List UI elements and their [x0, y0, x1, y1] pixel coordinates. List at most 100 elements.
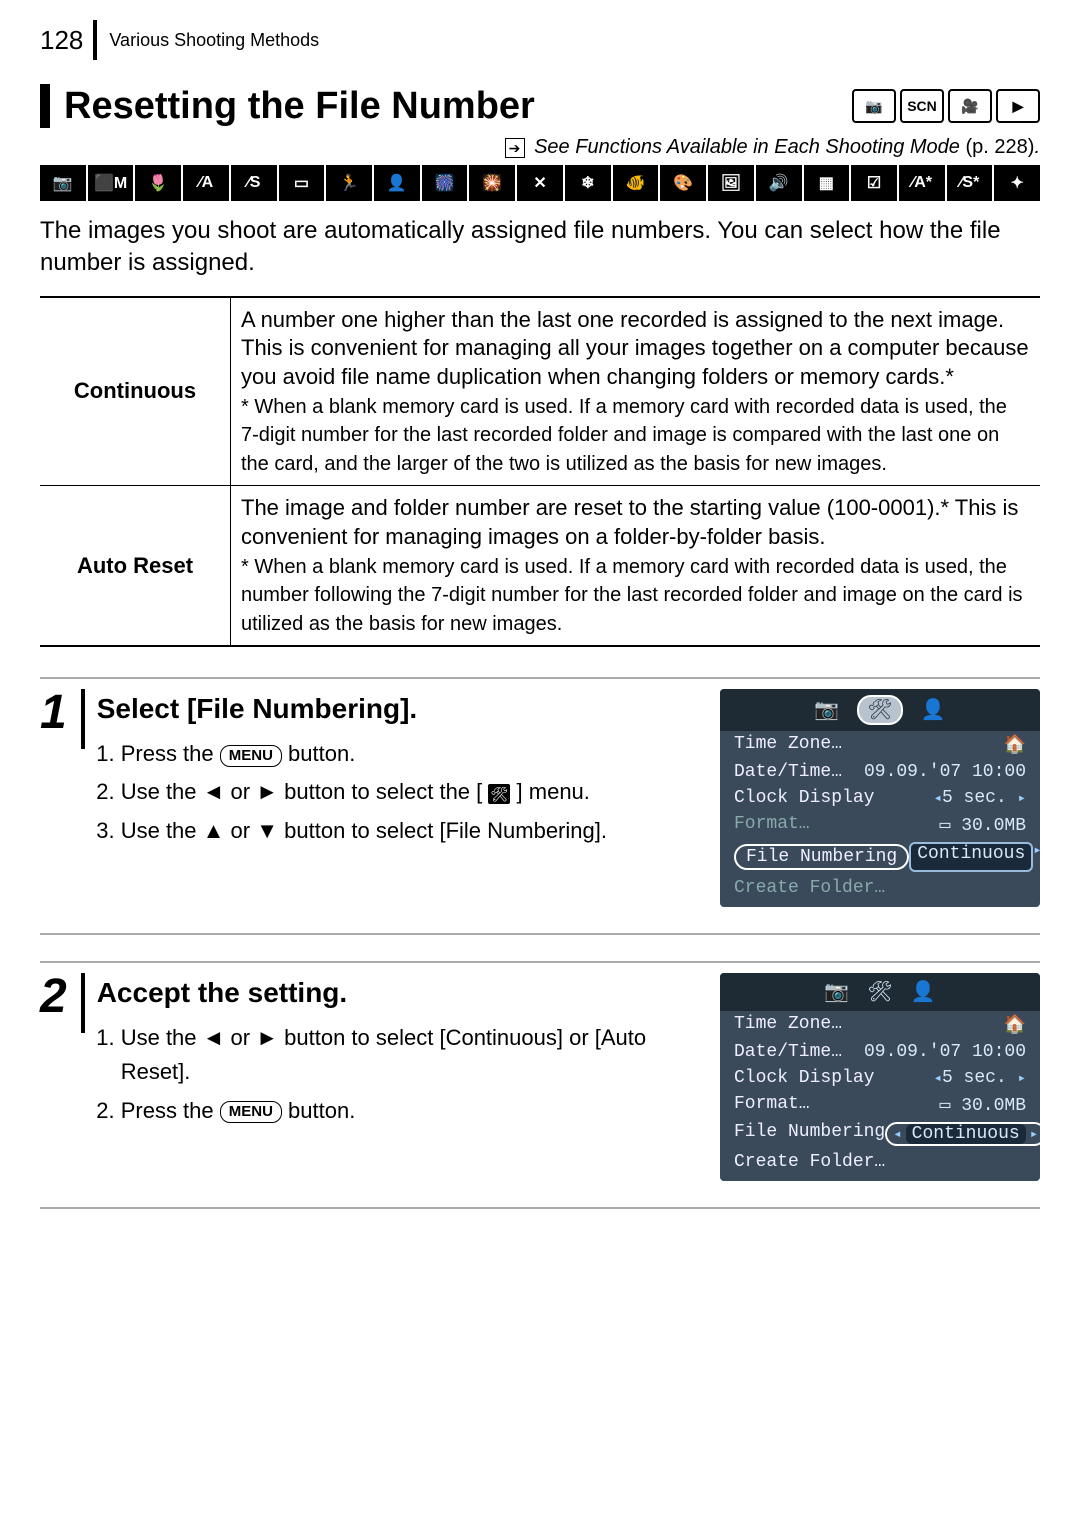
menu-button-icon: MENU — [220, 745, 282, 767]
camera-menu-screenshot-2: 📷 🛠 👤 Time Zone…🏠 Date/Time…09.09.'07 10… — [720, 973, 1040, 1181]
right-caret-icon: ▸ — [1033, 842, 1041, 872]
mode-cell: 🐠 — [613, 165, 659, 201]
home-icon: 🏠 — [1004, 734, 1026, 756]
text: Press the — [121, 1098, 220, 1123]
options-table: Continuous A number one higher than the … — [40, 296, 1040, 648]
option-note-text: * When a blank memory card is used. If a… — [241, 556, 1023, 635]
mode-cell: ⁄A* — [899, 165, 945, 201]
mini-selected-row-label: File Numbering — [734, 844, 909, 870]
mini-value: ▭ 30.0MB — [940, 814, 1026, 836]
step-2-block: 2 Accept the setting. Use the ◄ or ► but… — [40, 961, 1040, 1209]
see-arrow-icon: ➔ — [505, 138, 525, 158]
left-caret-icon: ◂ — [934, 1071, 942, 1087]
step-title: Select [File Numbering]. — [97, 693, 700, 725]
left-arrow-icon: ◄ — [203, 1025, 225, 1050]
mode-cell: ▭ — [279, 165, 325, 201]
step-title: Accept the setting. — [97, 977, 700, 1009]
option-label-continuous: Continuous — [40, 297, 231, 486]
tools-menu-icon: 🛠 — [488, 784, 510, 804]
mini-value: 09.09.'07 10:00 — [864, 762, 1026, 782]
down-arrow-icon: ▼ — [256, 818, 278, 843]
mode-cell: ❄ — [565, 165, 611, 201]
text: Use the — [121, 818, 203, 843]
mini-label: Create Folder… — [734, 878, 885, 898]
page-number: 128 — [40, 20, 97, 60]
step-number: 2 — [40, 973, 67, 1021]
mini-label: File Numbering — [734, 1122, 885, 1146]
home-icon: 🏠 — [1004, 1014, 1026, 1036]
option-label-autoreset: Auto Reset — [40, 486, 231, 646]
substep-1: Press the MENU button. — [121, 737, 700, 771]
page-title: Resetting the File Number — [64, 85, 535, 128]
option-desc-autoreset: The image and folder number are reset to… — [231, 486, 1041, 646]
mode-cell: ▦ — [804, 165, 850, 201]
substep-3: Use the ▲ or ▼ button to select [File Nu… — [121, 814, 700, 848]
mode-cell: 🏃 — [326, 165, 372, 201]
mode-cell: 🎨 — [660, 165, 706, 201]
mini-value: ◂5 sec. ▸ — [934, 788, 1027, 808]
mode-cell: 🎆 — [422, 165, 468, 201]
step-number: 1 — [40, 689, 67, 737]
camera-menu-screenshot-1: 📷 🛠 👤 Time Zone…🏠 Date/Time…09.09.'07 10… — [720, 689, 1040, 907]
text: Use the — [121, 1025, 203, 1050]
text: ] menu. — [517, 779, 590, 804]
intro-text: The images you shoot are automatically a… — [40, 215, 1040, 280]
menu-button-icon: MENU — [220, 1101, 282, 1123]
mini-label: Create Folder… — [734, 1152, 885, 1172]
option-desc-continuous: A number one higher than the last one re… — [231, 297, 1041, 486]
mode-cell: ⁄A — [183, 165, 229, 201]
mini-selected-row-value: Continuous — [909, 842, 1033, 872]
mode-cell: 🎇 — [469, 165, 515, 201]
shooting-mode-strip: 📷 ⬛M 🌷 ⁄A ⁄S ▭ 🏃 👤 🎆 🎇 ✕ ❄ 🐠 🎨 🖼 🔊 ▦ ☑ ⁄… — [40, 165, 1040, 201]
mini-value: ◂5 sec. ▸ — [934, 1068, 1027, 1088]
left-arrow-icon: ◄ — [203, 779, 225, 804]
mini-label: Format… — [734, 1094, 810, 1116]
mini-label: Time Zone… — [734, 1014, 842, 1036]
mode-cell: 📷 — [40, 165, 86, 201]
mode-badge-camera: 📷 — [852, 89, 896, 123]
mode-cell: ✦ — [994, 165, 1040, 201]
mode-badge-scn: SCN — [900, 89, 944, 123]
substep-2: Press the MENU button. — [121, 1094, 700, 1128]
mode-cell: ☑ — [851, 165, 897, 201]
mini-label: Format… — [734, 814, 810, 836]
mode-cell: 👤 — [374, 165, 420, 201]
right-arrow-icon: ► — [256, 779, 278, 804]
text: button. — [288, 1098, 355, 1123]
text: or — [231, 818, 257, 843]
mini-tab-person: 👤 — [921, 697, 946, 723]
left-caret-icon: ◂ — [934, 791, 942, 807]
right-caret-icon: ▸ — [1018, 791, 1026, 807]
right-caret-icon: ▸ — [1030, 1126, 1038, 1143]
text: Press the — [121, 741, 220, 766]
text: button. — [288, 741, 355, 766]
see-reference: ➔ See Functions Available in Each Shooti… — [40, 136, 1040, 159]
mini-label: Date/Time… — [734, 1042, 842, 1062]
mini-value: ▭ 30.0MB — [940, 1094, 1026, 1116]
page-header: 128 Various Shooting Methods — [40, 20, 1040, 60]
text: or — [231, 779, 257, 804]
mini-selected-value: ◂ Continuous ▸ — [885, 1122, 1046, 1146]
step-1-block: 1 Select [File Numbering]. Press the MEN… — [40, 677, 1040, 935]
mode-cell: ✕ — [517, 165, 563, 201]
title-accent-bar — [40, 84, 50, 128]
option-desc-text: A number one higher than the last one re… — [241, 307, 1029, 389]
left-caret-icon: ◂ — [893, 1126, 901, 1143]
text: or — [231, 1025, 257, 1050]
mini-value: 09.09.'07 10:00 — [864, 1042, 1026, 1062]
text: button to select the [ — [284, 779, 482, 804]
see-reference-page: (p. 228) — [966, 136, 1035, 158]
mode-badge-movie: 🎥 — [948, 89, 992, 123]
mini-value-text: Continuous — [906, 1124, 1026, 1144]
table-row: Auto Reset The image and folder number a… — [40, 486, 1040, 646]
substep-2: Use the ◄ or ► button to select the [ 🛠 … — [121, 775, 700, 809]
up-arrow-icon: ▲ — [203, 818, 225, 843]
see-reference-text: See Functions Available in Each Shooting… — [534, 136, 960, 158]
mini-label: Date/Time… — [734, 762, 842, 782]
right-arrow-icon: ► — [256, 1025, 278, 1050]
mode-badge-play: ▶ — [996, 89, 1040, 123]
mode-cell: ⬛M — [88, 165, 134, 201]
option-desc-text: The image and folder number are reset to… — [241, 495, 1018, 549]
mini-label: Clock Display — [734, 788, 874, 808]
mini-tab-camera: 📷 — [824, 979, 849, 1005]
